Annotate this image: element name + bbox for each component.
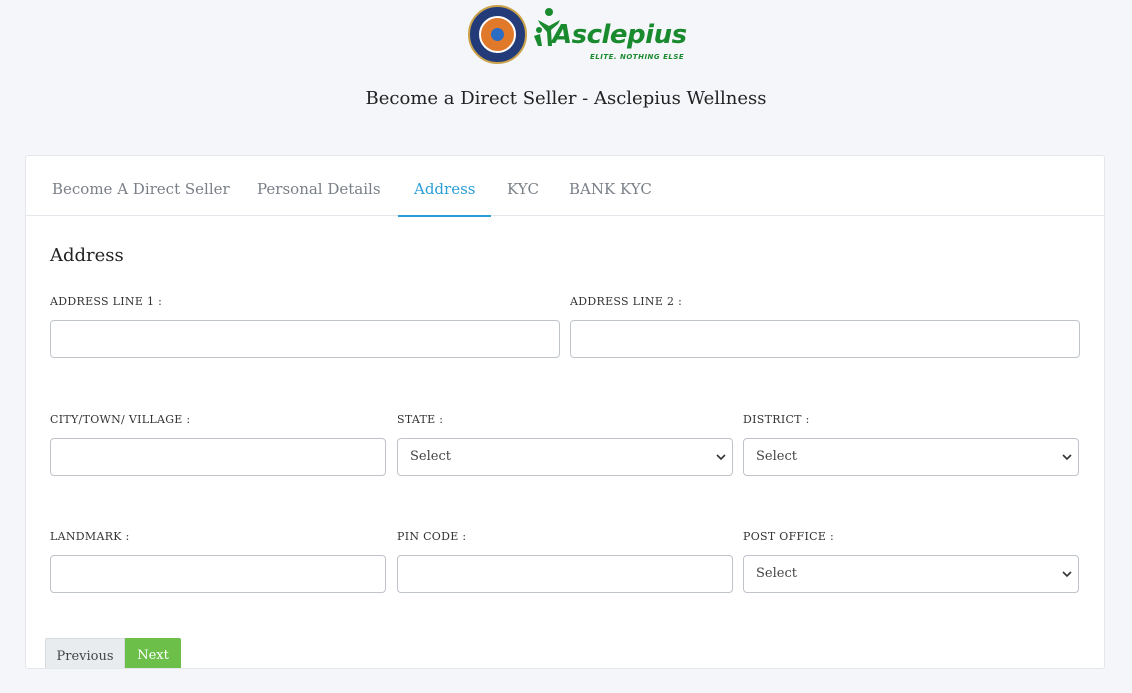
logo-group: Asclepius ELITE. NOTHING ELSE [468, 4, 687, 66]
brand-logo: Asclepius ELITE. NOTHING ELSE [532, 4, 687, 66]
section-title: Address [50, 245, 124, 266]
previous-button[interactable]: Previous [45, 638, 125, 668]
city-input[interactable] [50, 438, 386, 476]
address-line2-label: ADDRESS LINE 2 : [570, 295, 683, 308]
tab-bank-kyc[interactable]: BANK KYC [569, 156, 652, 216]
state-selected-value: Select [410, 449, 451, 464]
address-line1-label: ADDRESS LINE 1 : [50, 295, 163, 308]
pincode-input[interactable] [397, 555, 733, 593]
page-title: Become a Direct Seller - Asclepius Welln… [365, 88, 767, 109]
chevron-down-icon [716, 454, 726, 461]
landmark-input[interactable] [50, 555, 386, 593]
post-office-selected-value: Select [756, 566, 797, 581]
chevron-down-icon [1062, 454, 1072, 461]
next-button[interactable]: Next [125, 638, 181, 668]
state-label: STATE : [397, 413, 444, 426]
city-label: CITY/TOWN/ VILLAGE : [50, 413, 191, 426]
tab-become-direct-seller[interactable]: Become A Direct Seller [52, 156, 230, 216]
tab-kyc[interactable]: KYC [507, 156, 539, 216]
post-office-select[interactable]: Select [743, 555, 1079, 593]
address-line2-input[interactable] [570, 320, 1080, 358]
state-select[interactable]: Select [397, 438, 733, 476]
post-office-label: POST OFFICE : [743, 530, 834, 543]
brand-tagline: ELITE. NOTHING ELSE [590, 53, 685, 61]
district-selected-value: Select [756, 449, 797, 464]
chevron-down-icon [1062, 571, 1072, 578]
landmark-label: LANDMARK : [50, 530, 130, 543]
company-seal-logo [468, 5, 527, 64]
tab-personal-details[interactable]: Personal Details [257, 156, 381, 216]
pincode-label: PIN CODE : [397, 530, 467, 543]
district-label: DISTRICT : [743, 413, 810, 426]
district-select[interactable]: Select [743, 438, 1079, 476]
tab-address[interactable]: Address [397, 156, 493, 217]
address-line1-input[interactable] [50, 320, 560, 358]
tab-bar: Become A Direct Seller Personal Details … [26, 156, 1104, 217]
form-card: Become A Direct Seller Personal Details … [25, 155, 1105, 669]
page-header: Asclepius ELITE. NOTHING ELSE Become a D… [0, 0, 1132, 130]
brand-name: Asclepius [552, 20, 687, 50]
